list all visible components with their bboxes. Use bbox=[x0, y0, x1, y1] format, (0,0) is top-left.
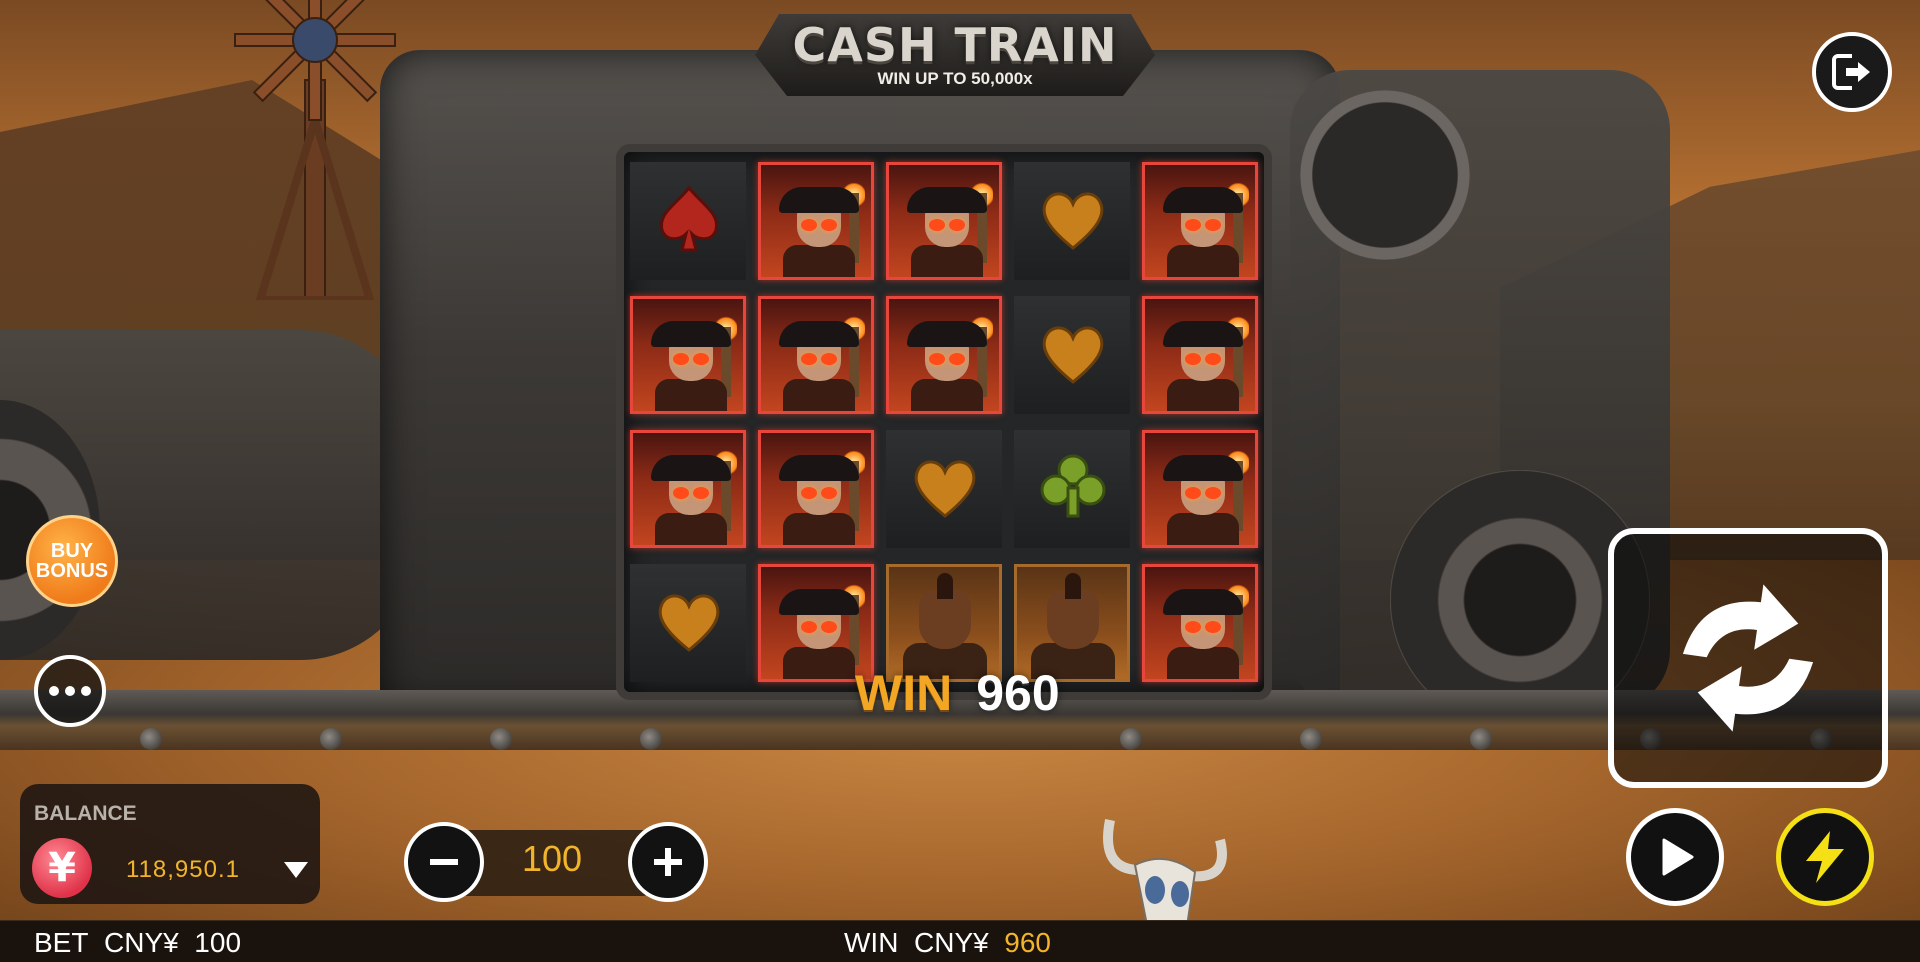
symbol-outlaw bbox=[630, 296, 746, 414]
game-title: CASH TRAIN bbox=[792, 18, 1118, 72]
spin-icon bbox=[1682, 584, 1814, 732]
balance-title: BALANCE bbox=[34, 802, 137, 825]
reel-grid bbox=[624, 152, 1264, 692]
win-info-currency: CNY¥ bbox=[914, 927, 989, 958]
outlaw-figure bbox=[779, 583, 865, 679]
currency-icon: ¥ bbox=[32, 838, 92, 898]
bet-info-currency: CNY¥ bbox=[104, 927, 179, 958]
autoplay-button[interactable] bbox=[1626, 808, 1724, 906]
bet-stepper: 100 bbox=[404, 822, 708, 912]
symbol-gold-heart bbox=[1014, 296, 1130, 414]
balance-panel[interactable]: BALANCE ¥ 118,950.1 bbox=[20, 784, 320, 904]
lightning-icon bbox=[1806, 831, 1844, 883]
symbol-outlaw bbox=[758, 430, 874, 548]
gold-heart-icon bbox=[1038, 318, 1108, 388]
outlaw-figure bbox=[907, 181, 993, 277]
rail-bolt bbox=[1300, 728, 1322, 750]
symbol-outlaw bbox=[1142, 564, 1258, 682]
win-info-label: WIN bbox=[844, 927, 899, 958]
gold-heart-icon bbox=[1038, 184, 1108, 254]
play-icon bbox=[1662, 838, 1694, 876]
green-club-icon bbox=[1038, 452, 1108, 522]
spin-button[interactable] bbox=[1608, 528, 1888, 788]
outlaw-figure bbox=[1163, 315, 1249, 411]
symbol-green-club bbox=[1014, 430, 1130, 548]
gold-heart-icon bbox=[654, 586, 724, 656]
rail-bolt bbox=[320, 728, 342, 750]
game-logo: CASH TRAIN WIN UP TO 50,000x bbox=[755, 14, 1155, 96]
win-display: WIN 960 bbox=[855, 665, 1060, 721]
symbol-outlaw bbox=[630, 430, 746, 548]
outlaw-figure bbox=[779, 449, 865, 545]
symbol-outlaw bbox=[758, 162, 874, 280]
rail-bolt bbox=[1470, 728, 1492, 750]
win-info: WIN CNY¥ 960 bbox=[844, 927, 1051, 959]
more-menu-button[interactable] bbox=[34, 655, 106, 727]
outlaw-figure bbox=[1163, 583, 1249, 679]
buy-bonus-label-line1: BUY bbox=[50, 540, 94, 562]
bet-info: BET CNY¥ 100 bbox=[34, 927, 241, 959]
rail-bolt bbox=[490, 728, 512, 750]
plus-icon bbox=[654, 848, 682, 876]
symbol-outlaw bbox=[1142, 162, 1258, 280]
rail-bolt bbox=[1120, 728, 1142, 750]
buy-bonus-label-line2: BONUS bbox=[35, 560, 109, 582]
turbo-button[interactable] bbox=[1776, 808, 1874, 906]
balance-value: 118,950.1 bbox=[126, 856, 240, 883]
symbol-gold-heart bbox=[1014, 162, 1130, 280]
red-spade-icon bbox=[654, 184, 724, 254]
rail-bolt bbox=[640, 728, 662, 750]
symbol-red-spade bbox=[630, 162, 746, 280]
gold-heart-icon bbox=[910, 452, 980, 522]
buy-bonus-button[interactable]: BUY BONUS bbox=[26, 515, 118, 607]
bet-info-label: BET bbox=[34, 927, 89, 958]
outlaw-figure bbox=[1163, 181, 1249, 277]
decrease-bet-button[interactable] bbox=[404, 822, 484, 902]
win-label: WIN bbox=[855, 665, 953, 721]
outlaw-figure bbox=[907, 315, 993, 411]
symbol-outlaw bbox=[1142, 296, 1258, 414]
rail-bolt bbox=[140, 728, 162, 750]
symbol-outlaw bbox=[758, 296, 874, 414]
train-porthole bbox=[1300, 90, 1470, 260]
minus-icon bbox=[430, 859, 458, 865]
win-info-amount: 960 bbox=[1004, 927, 1051, 958]
outlaw-figure bbox=[779, 315, 865, 411]
outlaw-figure bbox=[651, 315, 737, 411]
outlaw-figure bbox=[1163, 449, 1249, 545]
exit-icon bbox=[1832, 54, 1870, 90]
outlaw-figure bbox=[651, 449, 737, 545]
chevron-down-icon[interactable] bbox=[284, 862, 308, 878]
outlaw-figure bbox=[779, 181, 865, 277]
game-subtitle: WIN UP TO 50,000x bbox=[877, 69, 1033, 88]
symbol-outlaw bbox=[886, 296, 1002, 414]
symbol-outlaw bbox=[886, 162, 1002, 280]
exit-button[interactable] bbox=[1812, 32, 1892, 112]
symbol-gold-heart bbox=[886, 430, 1002, 548]
status-bar: BET CNY¥ 100 WIN CNY¥ 960 bbox=[0, 920, 1920, 962]
increase-bet-button[interactable] bbox=[628, 822, 708, 902]
win-amount: 960 bbox=[976, 665, 1060, 721]
more-icon bbox=[46, 686, 94, 696]
symbol-gold-heart bbox=[630, 564, 746, 682]
bet-info-amount: 100 bbox=[194, 927, 242, 958]
symbol-outlaw bbox=[1142, 430, 1258, 548]
